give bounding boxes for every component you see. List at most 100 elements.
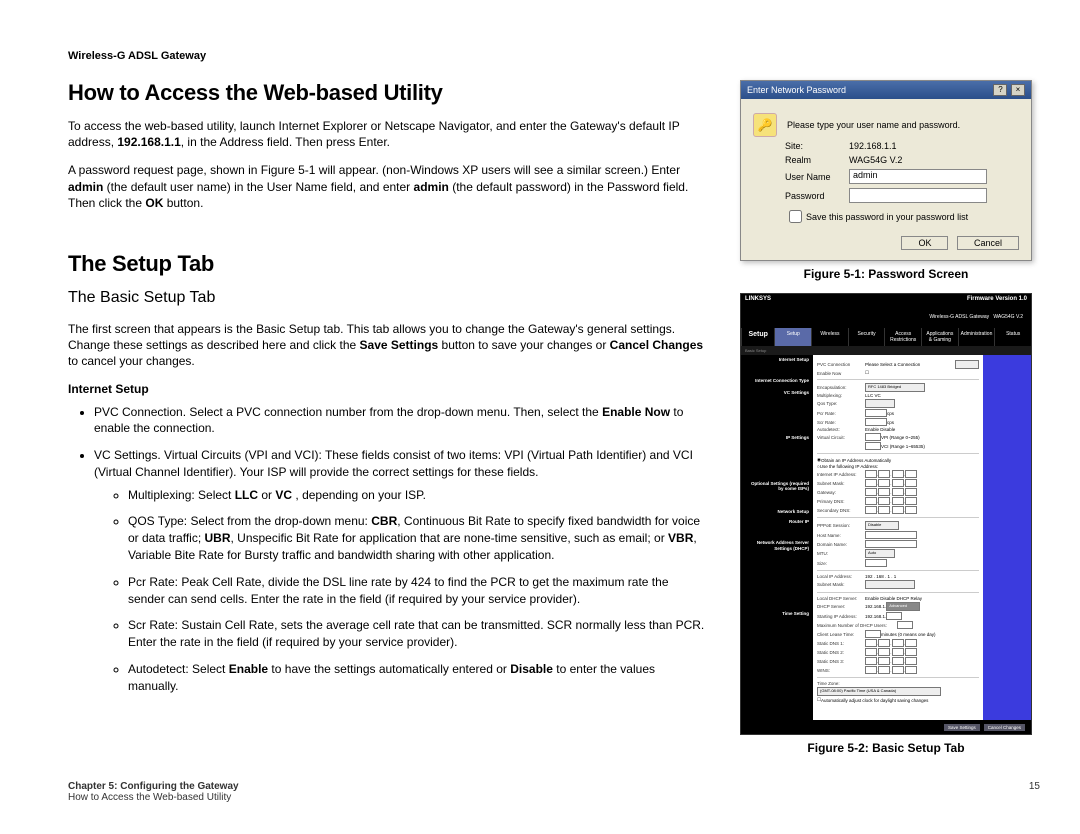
pdns-label: Primary DNS: xyxy=(817,499,865,504)
startip-input[interactable] xyxy=(886,612,902,620)
para-access-2: A password request page, shown in Figure… xyxy=(68,162,708,211)
text-bold: VBR xyxy=(668,531,693,545)
vpi-hint: VPI (Range 0~255) xyxy=(881,435,920,440)
main-tabs: Setup Setup Wireless Security Access Res… xyxy=(741,328,1031,346)
text: PVC Connection. Select a PVC connection … xyxy=(94,405,602,419)
dialog-prompt: Please type your user name and password. xyxy=(787,120,960,130)
dhcp-value[interactable]: Enable Disable DHCP Relay xyxy=(865,596,979,601)
site-value: 192.168.1.1 xyxy=(849,141,897,151)
help-icon[interactable]: ? xyxy=(993,84,1007,96)
list-item: Scr Rate: Sustain Cell Rate, sets the av… xyxy=(128,617,708,651)
text: to have the settings automatically enter… xyxy=(268,662,510,676)
inetip-label: Internet IP Address: xyxy=(817,472,865,477)
cancel-changes-button[interactable]: Cancel Changes xyxy=(984,724,1025,731)
password-input[interactable] xyxy=(849,188,987,203)
host-input[interactable] xyxy=(865,531,917,539)
cancel-button[interactable]: Cancel xyxy=(957,236,1019,250)
tz-select[interactable]: (GMT-08:00) Pacific Time (USA & Canada) xyxy=(817,687,941,696)
startip-value: 192.168.1. xyxy=(865,614,886,619)
gw-label: Gateway: xyxy=(817,490,865,495)
lmask-select[interactable] xyxy=(865,580,915,589)
host-label: Host Name: xyxy=(817,533,865,538)
text-bold: Cancel Changes xyxy=(610,338,703,352)
encap-select[interactable]: RFC 1483 Bridged xyxy=(865,383,925,392)
close-icon[interactable]: × xyxy=(1011,84,1025,96)
heading-basic-setup: The Basic Setup Tab xyxy=(68,289,708,307)
tab-wireless[interactable]: Wireless xyxy=(811,328,848,346)
mtu-select[interactable]: Auto xyxy=(865,549,895,558)
pppoe-label: PPPoE Session: xyxy=(817,523,865,528)
help-pane xyxy=(983,355,1031,735)
text-bold: UBR xyxy=(204,531,230,545)
ok-button[interactable]: OK xyxy=(901,236,948,250)
vcircuit-label: Virtual Circuit: xyxy=(817,435,865,440)
sdns3-label: Static DNS 3: xyxy=(817,659,865,664)
vci-input[interactable] xyxy=(865,442,881,450)
dst-label[interactable]: Automatically adjust clock for daylight … xyxy=(821,698,928,703)
dhcpsrv-label: DHCP Server: xyxy=(817,604,865,609)
group-conn-type: Internet Connection Type xyxy=(745,378,809,383)
text-bold: OK xyxy=(145,196,163,210)
group-vc: VC Settings xyxy=(745,390,809,395)
settings-panel: PVC ConnectionPlease Select a Connection… xyxy=(813,355,983,735)
footer-chapter: Chapter 5: Configuring the Gateway xyxy=(68,781,239,792)
firmware-label: Firmware Version 1.0 xyxy=(967,296,1027,310)
maxusers-input[interactable] xyxy=(897,621,913,629)
list-item: Multiplexing: Select LLC or VC , dependi… xyxy=(128,487,708,504)
heading-access: How to Access the Web-based Utility xyxy=(68,80,708,106)
group-ip: IP Settings xyxy=(745,435,809,440)
text: , in the Address field. Then press Enter… xyxy=(181,135,390,149)
lmask-label: Subnet Mask: xyxy=(817,582,865,587)
text: button to save your changes or xyxy=(438,338,609,352)
group-router-ip: Router IP xyxy=(745,519,809,524)
document-header: Wireless-G ADSL Gateway xyxy=(68,50,1040,62)
save-password-checkbox[interactable] xyxy=(789,210,802,223)
scr-input[interactable] xyxy=(865,418,887,426)
qos-label: Qos Type: xyxy=(817,401,865,406)
pcr-label: Pcr Rate: xyxy=(817,411,865,416)
ip-auto-radio[interactable]: Obtain an IP Address Automatically xyxy=(821,458,891,463)
auto-value[interactable]: Enable Disable xyxy=(865,427,979,432)
size-input[interactable] xyxy=(865,559,887,567)
pppoe-select[interactable]: Disable xyxy=(865,521,899,530)
ip-static-radio[interactable]: Use the following IP Address: xyxy=(820,464,878,469)
group-network: Network Setup xyxy=(745,509,809,514)
text-bold: VC xyxy=(275,488,292,502)
save-settings-button[interactable]: Save Settings xyxy=(944,724,980,731)
figure-1-caption: Figure 5-1: Password Screen xyxy=(732,267,1040,281)
tab-status[interactable]: Status xyxy=(994,328,1031,346)
mask-label: Subnet Mask: xyxy=(817,481,865,486)
tab-access[interactable]: Access Restrictions xyxy=(884,328,921,346)
list-item: PVC Connection. Select a PVC connection … xyxy=(94,404,708,438)
group-optional: Optional Settings (required by some ISPs… xyxy=(745,481,809,492)
vpi-input[interactable] xyxy=(865,433,881,441)
mtu-label: MTU: xyxy=(817,551,865,556)
heading-setup: The Setup Tab xyxy=(68,251,708,277)
pvc-select[interactable] xyxy=(955,360,979,369)
para-basic: The first screen that appears is the Bas… xyxy=(68,321,708,370)
lease-input[interactable] xyxy=(865,630,881,638)
pcr-input[interactable] xyxy=(865,409,887,417)
qos-select[interactable] xyxy=(865,399,895,408)
tab-setup[interactable]: Setup xyxy=(774,328,811,346)
mux-value[interactable]: LLC VC xyxy=(865,393,979,398)
tab-security[interactable]: Security xyxy=(848,328,885,346)
realm-value: WAG54G V.2 xyxy=(849,155,902,165)
save-password-label: Save this password in your password list xyxy=(806,212,968,222)
text: , Unspecific Bit Rate for application th… xyxy=(230,531,668,545)
advanced-button[interactable]: Advanced xyxy=(886,602,920,611)
text-bold: admin xyxy=(414,180,449,194)
tab-admin[interactable]: Administration xyxy=(958,328,995,346)
bullet-sublist: Multiplexing: Select LLC or VC , dependi… xyxy=(94,487,708,695)
subtab-basic[interactable]: Basic Setup xyxy=(741,346,1031,355)
tab-apps[interactable]: Applications & Gaming xyxy=(921,328,958,346)
username-input[interactable]: admin xyxy=(849,169,987,184)
text: to cancel your changes. xyxy=(68,354,195,368)
product-label: Wireless-G ADSL Gateway xyxy=(929,314,989,320)
domain-input[interactable] xyxy=(865,540,917,548)
group-time: Time Setting xyxy=(745,611,809,616)
tz-label: Time Zone: xyxy=(817,681,865,686)
key-icon: 🔑 xyxy=(753,113,777,137)
setup-tab-title: Setup xyxy=(741,328,774,346)
figure-2-caption: Figure 5-2: Basic Setup Tab xyxy=(732,741,1040,755)
